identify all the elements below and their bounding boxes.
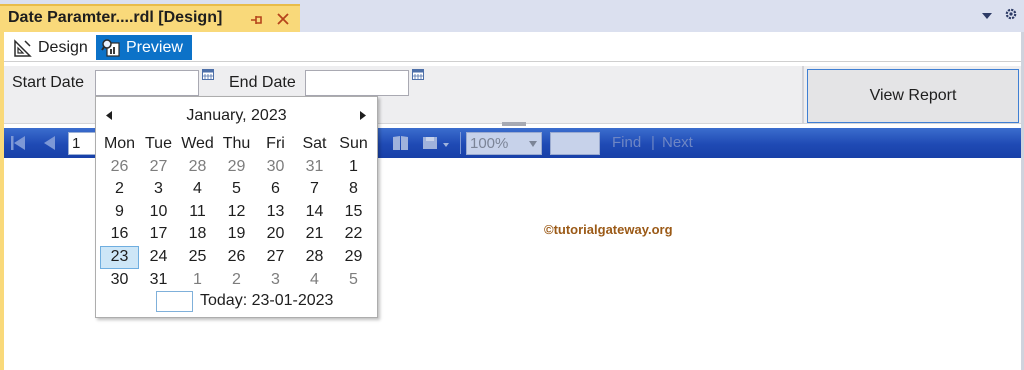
calendar-day[interactable]: 5 (334, 269, 373, 292)
mode-bar: Design Preview (4, 32, 1021, 62)
document-map-icon[interactable] (392, 135, 414, 151)
gear-icon[interactable] (1004, 7, 1018, 21)
calendar-day[interactable]: 4 (178, 178, 217, 201)
calendar-day[interactable]: 4 (295, 269, 334, 292)
calendar-day[interactable]: 20 (256, 223, 295, 246)
close-icon[interactable] (276, 12, 290, 26)
calendar-day[interactable]: 24 (139, 246, 178, 269)
calendar-day[interactable]: 3 (256, 269, 295, 292)
calendar-day[interactable]: 29 (334, 246, 373, 269)
calendar-day[interactable]: 21 (295, 223, 334, 246)
design-tab[interactable]: Design (8, 35, 96, 60)
weekday-header: Sun (339, 135, 368, 152)
calendar-day[interactable]: 19 (217, 223, 256, 246)
weekday-header: Tue (145, 135, 172, 152)
calendar-footer: Today: 23-01-2023 (96, 291, 377, 313)
end-date-input[interactable] (305, 70, 409, 96)
today-link[interactable]: Today: 23-01-2023 (200, 292, 333, 310)
zoom-select[interactable]: 100% (466, 132, 542, 155)
calendar-day[interactable]: 30 (256, 156, 295, 179)
preview-tab-label: Preview (126, 39, 183, 56)
collapse-grip[interactable] (502, 122, 526, 126)
weekday-header: Sat (302, 135, 327, 152)
calendar-day[interactable]: 13 (256, 201, 295, 224)
toolbar-separator (460, 132, 461, 154)
document-tab[interactable]: Date Paramter....rdl [Design] (0, 4, 300, 32)
calendar-day[interactable]: 31 (139, 269, 178, 292)
calendar-grid: Mon Tue Wed Thu Fri Sat Sun 26 27 28 29 30 31 1 2 3 4 5 6 7… (100, 133, 374, 291)
calendar-day[interactable]: 2 (217, 269, 256, 292)
find-next-link[interactable]: Next (662, 134, 693, 151)
calendar-day[interactable]: 8 (334, 178, 373, 201)
calendar-day[interactable]: 31 (295, 156, 334, 179)
calendar-day[interactable]: 11 (178, 201, 217, 224)
today-indicator (156, 291, 193, 312)
start-date-input[interactable] (95, 70, 199, 96)
find-link[interactable]: Find (612, 134, 641, 151)
calendar-icon[interactable] (202, 69, 214, 80)
calendar-icon[interactable] (412, 69, 424, 80)
document-tab-title: Date Paramter....rdl [Design] (8, 9, 223, 26)
magnifier-report-icon (101, 39, 120, 57)
calendar-day[interactable]: 30 (100, 269, 139, 292)
document-tab-strip: Date Paramter....rdl [Design] (0, 0, 1024, 32)
calendar-day[interactable]: 15 (334, 201, 373, 224)
calendar-day[interactable]: 7 (295, 178, 334, 201)
calendar-day[interactable]: 18 (178, 223, 217, 246)
calendar-header: January, 2023 (96, 107, 377, 127)
calendar-day[interactable]: 16 (100, 223, 139, 246)
calendar-day-selected[interactable]: 23 (100, 245, 139, 269)
calendar-day[interactable]: 17 (139, 223, 178, 246)
calendar-day[interactable]: 14 (295, 201, 334, 224)
parameter-splitter (802, 66, 804, 124)
calendar-day[interactable]: 1 (178, 269, 217, 292)
weekday-header: Thu (222, 135, 251, 152)
find-input[interactable] (550, 132, 600, 155)
calendar-day[interactable]: 22 (334, 223, 373, 246)
weekday-header: Wed (181, 135, 214, 152)
calendar-day[interactable]: 26 (100, 156, 139, 179)
calendar-day[interactable]: 5 (217, 178, 256, 201)
chevron-down-icon (529, 141, 537, 147)
previous-page-icon[interactable] (42, 135, 56, 151)
next-month-icon[interactable] (360, 111, 366, 120)
first-page-icon[interactable] (10, 135, 26, 151)
calendar-day[interactable]: 25 (178, 246, 217, 269)
calendar-day[interactable]: 28 (295, 246, 334, 269)
find-next-separator: | (651, 134, 655, 151)
zoom-value: 100% (470, 135, 509, 152)
calendar-day[interactable]: 9 (100, 201, 139, 224)
calendar-day[interactable]: 10 (139, 201, 178, 224)
calendar-day[interactable]: 29 (217, 156, 256, 179)
weekday-header: Fri (266, 135, 285, 152)
watermark: ©tutorialgateway.org (544, 222, 673, 237)
calendar-day[interactable]: 2 (100, 178, 139, 201)
calendar-day[interactable]: 27 (256, 246, 295, 269)
calendar-day[interactable]: 26 (217, 246, 256, 269)
date-picker-popup: January, 2023 Mon Tue Wed Thu Fri Sat Sun 26 27 2… (95, 96, 378, 318)
pin-icon[interactable] (250, 14, 264, 26)
view-report-button[interactable]: View Report (807, 69, 1019, 123)
start-date-label: Start Date (12, 74, 85, 91)
preview-tab[interactable]: Preview (96, 35, 192, 60)
calendar-day[interactable]: 1 (334, 156, 373, 179)
calendar-month-title[interactable]: January, 2023 (186, 107, 286, 124)
calendar-day[interactable]: 6 (256, 178, 295, 201)
calendar-day[interactable]: 3 (139, 178, 178, 201)
export-icon[interactable] (422, 135, 452, 151)
calendar-day[interactable]: 27 (139, 156, 178, 179)
end-date-label: End Date (229, 74, 296, 91)
calendar-day[interactable]: 12 (217, 201, 256, 224)
previous-month-icon[interactable] (106, 111, 112, 120)
calendar-day[interactable]: 28 (178, 156, 217, 179)
ruler-triangle-icon (14, 39, 32, 57)
tab-list-dropdown-icon[interactable] (982, 12, 992, 20)
design-tab-label: Design (38, 39, 88, 56)
weekday-header: Mon (103, 135, 136, 152)
